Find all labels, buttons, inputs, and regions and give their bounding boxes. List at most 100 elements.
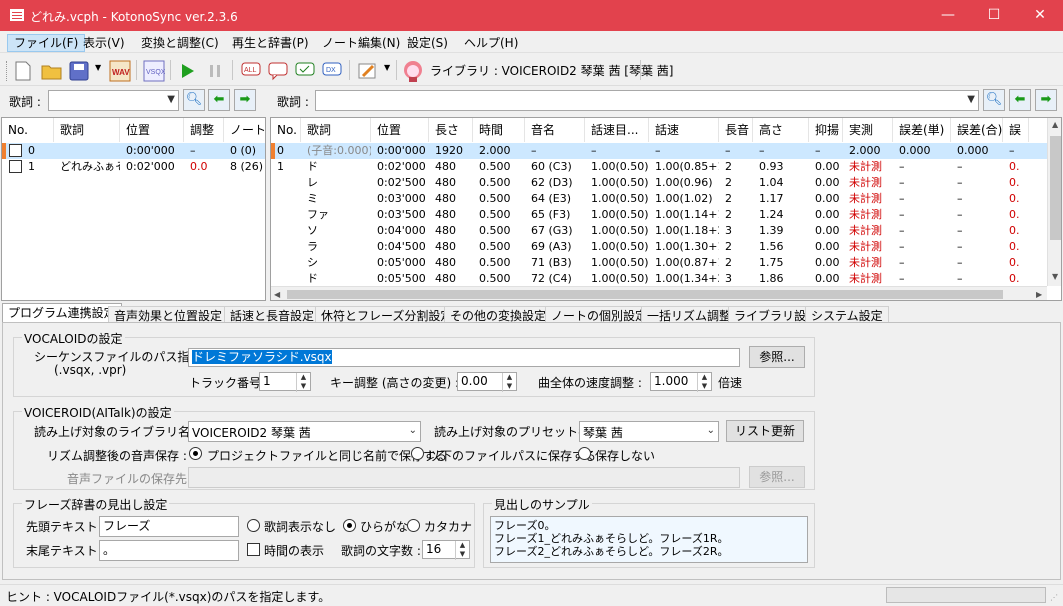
col-header-no[interactable]: No. [271,118,301,142]
table-row[interactable]: ファ 0:03'500 480 0.500 65 (F3) 1.00(0.50) 1.00(… [271,207,1047,223]
col-header-err-single[interactable]: 誤差(単) [893,118,951,142]
col-header-speed[interactable]: 話速 [649,118,719,142]
balloon-check-icon[interactable] [295,61,315,81]
col-header-note[interactable]: 音名 [525,118,585,142]
menu-note-edit[interactable]: ノート編集(N) [316,34,406,52]
radio-save-same-name[interactable] [189,447,202,460]
table-row[interactable]: レ 0:02'500 480 0.500 62 (D3) 1.00(0.50) 1.00(0… [271,175,1047,191]
key-stepper[interactable]: 0.00 ▲ ▼ [457,372,517,392]
minimize-button[interactable]: — [925,0,971,31]
wav-export-icon[interactable]: WAV [109,60,131,82]
library-select[interactable]: VOICEROID2 琴葉 茜 ⌄ [188,421,421,442]
right-next-button[interactable]: ➡ [1035,89,1057,111]
col-header-position[interactable]: 位置 [120,118,184,142]
left-next-button[interactable]: ➡ [234,89,256,111]
right-lyrics-combo[interactable]: ▼ [315,90,979,111]
col-header-time[interactable]: 時間 [473,118,525,142]
menu-help[interactable]: ヘルプ(H) [458,34,524,52]
radio-hiragana[interactable] [343,519,356,532]
maximize-button[interactable]: ☐ [971,0,1017,31]
col-header-err[interactable]: 誤 [1003,118,1029,142]
left-lyrics-combo[interactable]: ▼ [48,90,179,111]
note-grid[interactable]: No. 歌詞 位置 長さ 時間 音名 話速目... 話速 長音 高さ 抑揚 実測 誤差(単) 誤差(合) 誤… [270,117,1062,301]
menu-file[interactable]: ファイル(F) [7,34,86,52]
time-display-checkbox[interactable] [247,543,260,556]
balloon-icon[interactable] [268,61,288,81]
menu-view[interactable]: 表示(V) [77,34,131,52]
scroll-up-icon[interactable]: ▲ [1052,120,1058,129]
table-row[interactable]: シ 0:05'000 480 0.500 71 (B3) 1.00(0.50) 1.00(0… [271,255,1047,271]
time-display-label[interactable]: 時間の表示 [264,542,324,559]
table-row[interactable]: ラ 0:04'500 480 0.500 69 (A3) 1.00(0.50) 1.00(1… [271,239,1047,255]
sequence-path-input[interactable]: ドレミファソラシド.vsqx [188,348,740,367]
col-header-position[interactable]: 位置 [371,118,429,142]
col-header-err-total[interactable]: 誤差(合) [951,118,1003,142]
spin-icon[interactable]: ▲ ▼ [697,373,711,392]
radio-no-lyrics[interactable] [247,519,260,532]
radio-save-path-label[interactable]: 以下のファイルパスに保存する [428,447,596,464]
table-row[interactable]: ド 0:05'500 480 0.500 72 (C4) 1.00(0.50) 1.00(1… [271,271,1047,287]
radio-no-save[interactable] [578,447,591,460]
radio-no-lyrics-label[interactable]: 歌詞表示なし [264,518,336,535]
all-balloon-icon[interactable]: ALL [241,61,261,81]
preset-select[interactable]: 琴葉 茜 ⌄ [579,421,719,442]
balloon-dx-icon[interactable]: DX [322,61,342,81]
head-text-input[interactable]: フレーズ [99,516,239,537]
dropdown-icon[interactable]: ▼ [95,63,101,72]
open-folder-icon[interactable] [41,61,63,81]
menu-play[interactable]: 再生と辞書(P) [226,34,315,52]
col-header-lyrics[interactable]: 歌詞 [54,118,120,142]
save-icon[interactable] [69,61,89,81]
spin-icon[interactable]: ▲ ▼ [455,541,469,560]
vsqx-icon[interactable]: VSQX [143,60,165,82]
resize-grip-icon[interactable]: ⋰ [1050,593,1058,602]
vertical-scrollbar[interactable]: ▲ ▼ [1047,118,1061,286]
table-row[interactable]: 0 0:00'000 – 0 (0) [2,143,265,159]
menu-convert[interactable]: 変換と調整(C) [135,34,225,52]
col-header-adjust[interactable]: 調整 [184,118,224,142]
table-row[interactable]: ソ 0:04'000 480 0.500 67 (G3) 1.00(0.50) 1.00(1… [271,223,1047,239]
radio-save-path[interactable] [411,447,424,460]
table-row[interactable]: ミ 0:03'000 480 0.500 64 (E3) 1.00(0.50) 1.00(1… [271,191,1047,207]
scroll-thumb-h[interactable] [287,290,1003,299]
table-row[interactable]: 0 (子音:0.000) 0:00'000 1920 2.000 – – – – – – 2.000 0… [271,143,1047,159]
new-file-icon[interactable] [14,61,32,81]
radio-katakana-label[interactable]: カタカナ [424,518,472,535]
scroll-left-icon[interactable]: ◀ [274,290,280,299]
edit-dropdown-icon[interactable] [357,61,379,81]
radio-hiragana-label[interactable]: ひらがな [360,518,408,535]
track-stepper[interactable]: 1 ▲ ▼ [259,372,311,392]
col-header-notes[interactable]: ノート数 [224,118,265,142]
speed-stepper[interactable]: 1.000 ▲ ▼ [650,372,712,392]
phrase-grid[interactable]: No. 歌詞 位置 調整 ノート数 0 0:00'000 – 0 (0) 1 ど… [1,117,266,301]
edit-dropdown-arrow-icon[interactable]: ▼ [384,63,390,72]
left-prev-button[interactable]: ⬅ [208,89,230,111]
col-header-speed-target[interactable]: 話速目... [585,118,649,142]
close-button[interactable]: ✕ [1017,0,1063,31]
col-header-length[interactable]: 長さ [429,118,473,142]
table-row[interactable]: 1 どれみふぁそ 0:02'000 0.0 8 (26) [2,159,265,175]
right-prev-button[interactable]: ⬅ [1009,89,1031,111]
char-count-stepper[interactable]: 16 ▲ ▼ [422,540,470,560]
spin-icon[interactable]: ▲ ▼ [296,373,310,392]
left-search-button[interactable]: 🔍︎ [183,89,205,111]
scroll-right-icon[interactable]: ▶ [1036,290,1042,299]
right-search-button[interactable]: 🔍︎ [983,89,1005,111]
col-header-intonation[interactable]: 抑揚 [809,118,843,142]
spin-icon[interactable]: ▲ ▼ [502,373,516,392]
radio-katakana[interactable] [407,519,420,532]
save-dest-input[interactable] [188,467,740,488]
col-header-lyrics[interactable]: 歌詞 [301,118,371,142]
play-icon[interactable] [180,62,196,80]
col-header-measured[interactable]: 実測 [843,118,893,142]
scroll-down-icon[interactable]: ▼ [1052,272,1058,281]
tail-text-input[interactable]: 。 [99,540,239,561]
menu-settings[interactable]: 設定(S) [401,34,454,52]
radio-no-save-label[interactable]: 保存しない [595,447,655,464]
row-checkbox[interactable] [9,160,22,173]
save-dest-browse-button[interactable]: 参照... [749,466,805,488]
col-header-pitch[interactable]: 高さ [753,118,809,142]
col-header-no[interactable]: No. [2,118,54,142]
col-header-long[interactable]: 長音 [719,118,753,142]
horizontal-scrollbar[interactable]: ◀ ▶ [271,286,1047,300]
